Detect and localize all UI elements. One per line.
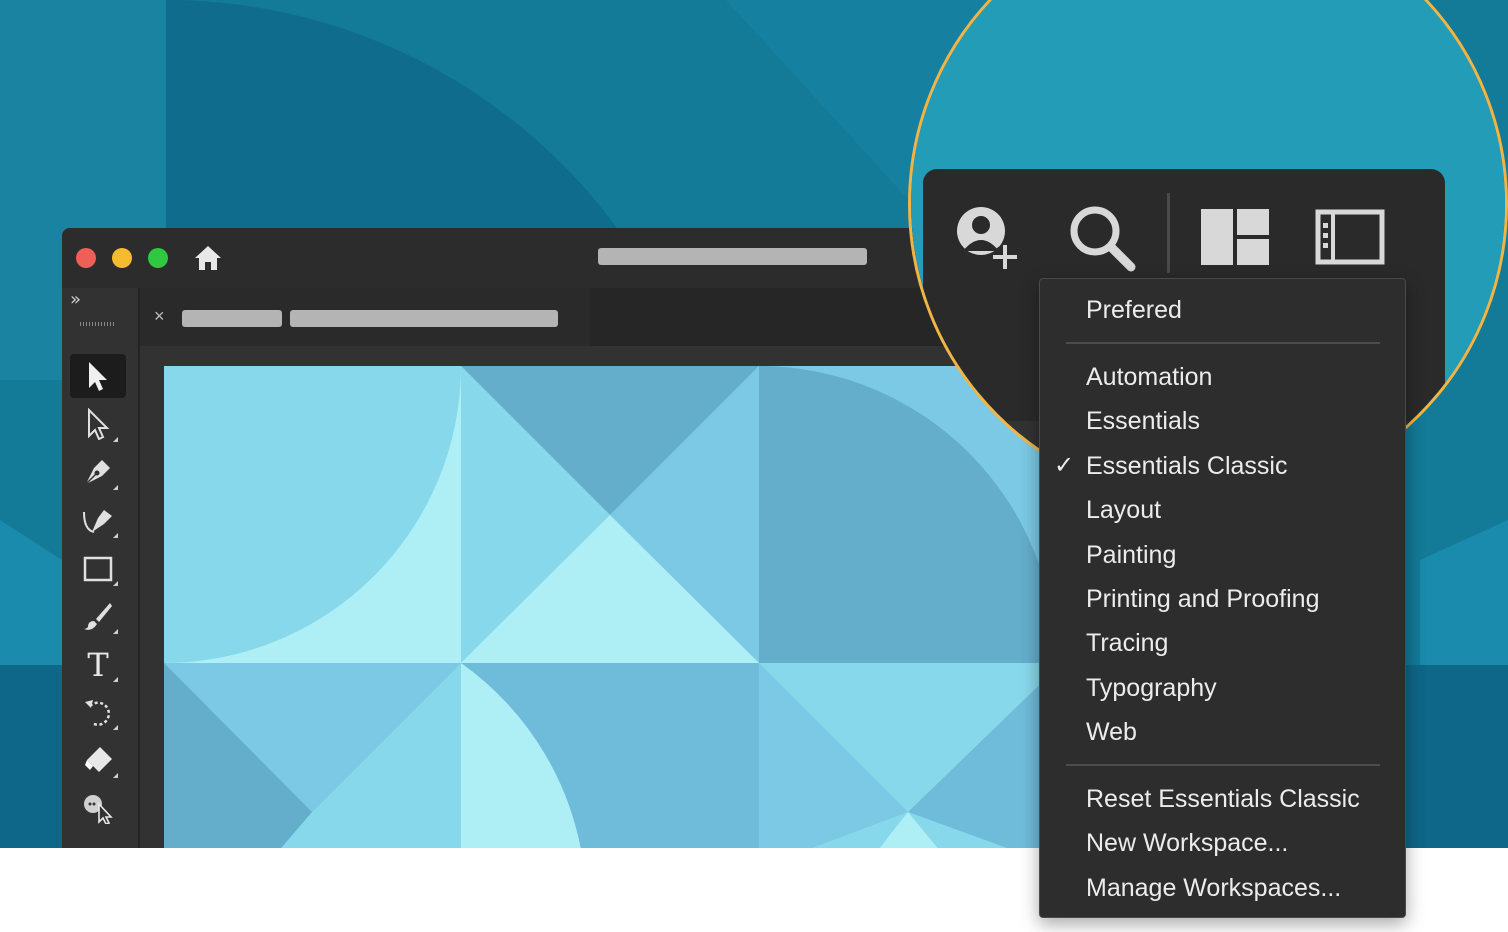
- document-title-placeholder: [598, 248, 867, 265]
- shape-builder-tool-icon: [84, 795, 113, 824]
- menu-item-manage-workspaces[interactable]: Manage Workspaces...: [1086, 873, 1341, 903]
- menu-item-typography[interactable]: Typography: [1086, 673, 1217, 703]
- direct-selection-tool[interactable]: [70, 402, 126, 446]
- menu-separator: [1066, 342, 1380, 344]
- collapse-panel-icon[interactable]: »: [70, 290, 81, 310]
- type-tool[interactable]: T: [70, 642, 126, 686]
- menu-item-essentials[interactable]: Essentials: [1086, 406, 1200, 436]
- checkmark-icon: ✓: [1054, 451, 1075, 479]
- workspace-menu: Prefered Automation Essentials ✓ Essenti…: [1039, 278, 1406, 918]
- rotate-tool-icon: [85, 700, 111, 726]
- panel-toggle-icon[interactable]: [1315, 209, 1385, 267]
- minimize-window-button[interactable]: [112, 248, 132, 268]
- menu-item-prefered[interactable]: Prefered: [1086, 295, 1182, 325]
- menu-item-tracing[interactable]: Tracing: [1086, 628, 1168, 658]
- workspace-layout-icon[interactable]: [1201, 209, 1271, 267]
- close-window-button[interactable]: [76, 248, 96, 268]
- search-icon[interactable]: [1065, 203, 1139, 273]
- home-icon[interactable]: [192, 242, 224, 274]
- pen-tool-icon: [85, 460, 110, 485]
- add-user-icon[interactable]: [949, 203, 1025, 273]
- type-tool-icon: T: [87, 648, 109, 680]
- selection-tool[interactable]: [70, 354, 126, 398]
- svg-text:T: T: [87, 648, 109, 680]
- rectangle-tool-icon: [83, 556, 113, 582]
- toolbar-separator: [1167, 193, 1170, 273]
- direct-selection-tool-icon: [88, 408, 110, 440]
- rotate-tool[interactable]: [70, 690, 126, 734]
- pen-tool[interactable]: [70, 450, 126, 494]
- tab-title-placeholder: [182, 310, 282, 327]
- menu-item-printing-and-proofing[interactable]: Printing and Proofing: [1086, 584, 1319, 614]
- shape-builder-tool[interactable]: [70, 786, 126, 830]
- curvature-tool-icon: [83, 510, 112, 533]
- menu-item-reset-workspace[interactable]: Reset Essentials Classic: [1086, 784, 1360, 814]
- menu-item-web[interactable]: Web: [1086, 717, 1137, 747]
- close-tab-icon[interactable]: ×: [154, 306, 165, 326]
- curvature-tool[interactable]: [70, 498, 126, 542]
- rectangle-tool[interactable]: [70, 546, 126, 590]
- document-tab[interactable]: ×: [140, 288, 590, 346]
- menu-item-layout[interactable]: Layout: [1086, 495, 1161, 525]
- menu-separator: [1066, 764, 1380, 766]
- paintbrush-tool[interactable]: [70, 594, 126, 638]
- zoom-window-button[interactable]: [148, 248, 168, 268]
- menu-item-essentials-classic[interactable]: Essentials Classic: [1086, 451, 1287, 481]
- selection-tool-icon: [89, 362, 107, 391]
- tab-subtitle-placeholder: [290, 310, 558, 327]
- eraser-tool[interactable]: [70, 738, 126, 782]
- panel-grip[interactable]: [80, 322, 116, 326]
- menu-item-new-workspace[interactable]: New Workspace...: [1086, 828, 1288, 858]
- paintbrush-tool-icon: [84, 603, 112, 630]
- eraser-tool-icon: [85, 747, 112, 772]
- menu-item-automation[interactable]: Automation: [1086, 362, 1212, 392]
- tools-panel: » T: [62, 288, 140, 868]
- menu-item-painting[interactable]: Painting: [1086, 540, 1176, 570]
